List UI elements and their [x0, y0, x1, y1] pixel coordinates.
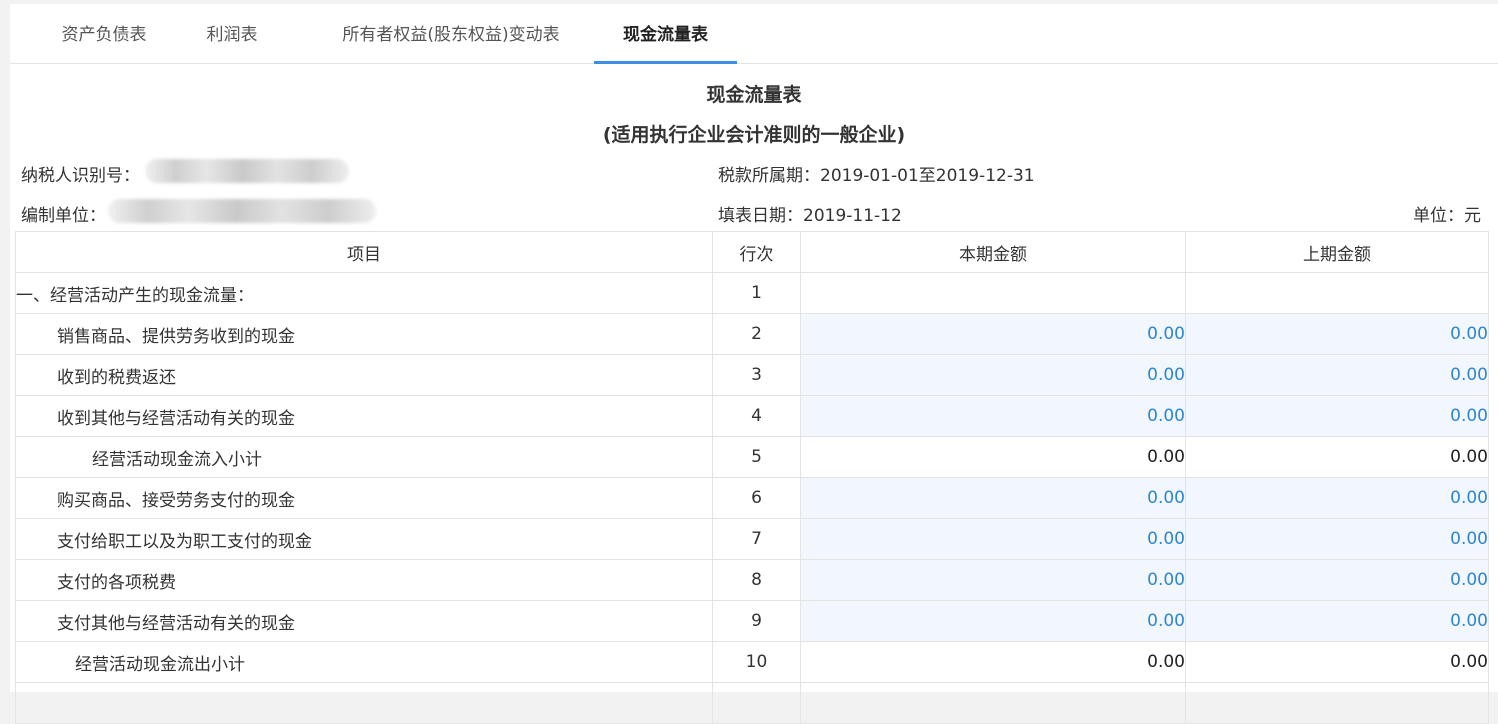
- table-row: 销售商品、提供劳务收到的现金 2 0.00 0.00: [15, 313, 1489, 355]
- row-item: 收到其他与经营活动有关的现金: [15, 395, 713, 437]
- column-header-previous: 上期金额: [1185, 231, 1489, 273]
- tab-cash-flow-label: 现金流量表: [623, 25, 708, 45]
- row-line: [712, 682, 801, 724]
- row-line: 10: [712, 641, 801, 683]
- current-amount-input[interactable]: 0.00: [800, 518, 1186, 560]
- row-line: 3: [712, 354, 801, 396]
- row-item: 销售商品、提供劳务收到的现金: [15, 313, 713, 355]
- taxpayer-id-label: 纳税人识别号：: [21, 166, 140, 186]
- table-row: 经营活动现金流入小计 5 0.00 0.00: [15, 436, 1489, 478]
- previous-amount-input[interactable]: 0.00: [1185, 313, 1489, 355]
- table-row: 购买商品、接受劳务支付的现金 6 0.00 0.00: [15, 477, 1489, 519]
- row-item: 购买商品、接受劳务支付的现金: [15, 477, 713, 519]
- row-line: 8: [712, 559, 801, 601]
- table-row: 支付的各项税费 8 0.00 0.00: [15, 559, 1489, 601]
- row-item: 一、经营活动产生的现金流量：: [15, 272, 713, 314]
- redacted-taxpayer-id: [145, 159, 349, 183]
- previous-amount-input[interactable]: 0.00: [1185, 600, 1489, 642]
- current-amount-input[interactable]: 0.00: [800, 313, 1186, 355]
- row-line: 4: [712, 395, 801, 437]
- tab-balance-sheet[interactable]: 资产负债表: [26, 4, 182, 62]
- row-line: 1: [712, 272, 801, 314]
- tax-period: 税款所属期：2019-01-01至2019-12-31: [718, 166, 1035, 186]
- tab-equity-changes[interactable]: 所有者权益(股东权益)变动表: [312, 4, 590, 62]
- redacted-company-name: [108, 199, 376, 223]
- company-label: 编制单位：: [21, 206, 106, 226]
- table-row: 支付其他与经营活动有关的现金 9 0.00 0.00: [15, 600, 1489, 642]
- previous-amount: 0.00: [1185, 641, 1489, 683]
- fill-date: 填表日期：2019-11-12: [718, 206, 902, 226]
- report-title: 现金流量表: [706, 84, 802, 106]
- table-row: 收到的税费返还 3 0.00 0.00: [15, 354, 1489, 396]
- column-header-line: 行次: [712, 231, 801, 273]
- row-line: 2: [712, 313, 801, 355]
- table-row: [15, 682, 1489, 724]
- column-header-item: 项目: [15, 231, 713, 273]
- previous-amount-input[interactable]: 0.00: [1185, 354, 1489, 396]
- table-row: 支付给职工以及为职工支付的现金 7 0.00 0.00: [15, 518, 1489, 560]
- row-line: 9: [712, 600, 801, 642]
- current-amount: 0.00: [800, 436, 1186, 478]
- previous-amount-input[interactable]: 0.00: [1185, 477, 1489, 519]
- row-item: 支付给职工以及为职工支付的现金: [15, 518, 713, 560]
- table-header-row: 项目 行次 本期金额 上期金额: [15, 231, 1489, 273]
- report-subtitle: (适用执行企业会计准则的一般企业): [602, 124, 906, 146]
- table-row: 经营活动现金流出小计 10 0.00 0.00: [15, 641, 1489, 683]
- row-item: 支付的各项税费: [15, 559, 713, 601]
- current-amount-input[interactable]: 0.00: [800, 600, 1186, 642]
- row-item: 支付其他与经营活动有关的现金: [15, 600, 713, 642]
- current-amount-input[interactable]: 0.00: [800, 559, 1186, 601]
- row-item: [15, 682, 713, 724]
- row-line: 7: [712, 518, 801, 560]
- active-tab-indicator: [594, 61, 737, 64]
- previous-amount: [1185, 272, 1489, 314]
- previous-amount: 0.00: [1185, 436, 1489, 478]
- current-amount-input[interactable]: 0.00: [800, 395, 1186, 437]
- previous-amount-input[interactable]: 0.00: [1185, 518, 1489, 560]
- current-amount-input[interactable]: 0.00: [800, 354, 1186, 396]
- row-item: 收到的税费返还: [15, 354, 713, 396]
- row-line: 5: [712, 436, 801, 478]
- current-amount: [800, 272, 1186, 314]
- cash-flow-table: 项目 行次 本期金额 上期金额 一、经营活动产生的现金流量： 1 销售商品、提供…: [15, 231, 1489, 724]
- report-panel: 资产负债表 利润表 所有者权益(股东权益)变动表 现金流量表 现金流量表 (适用…: [10, 4, 1498, 724]
- row-item: 经营活动现金流入小计: [15, 436, 713, 478]
- previous-amount-input[interactable]: 0.00: [1185, 395, 1489, 437]
- report-tabs: 资产负债表 利润表 所有者权益(股东权益)变动表 现金流量表: [10, 4, 1498, 64]
- row-line: 6: [712, 477, 801, 519]
- column-header-current: 本期金额: [800, 231, 1186, 273]
- previous-amount-input[interactable]: 0.00: [1185, 559, 1489, 601]
- row-item: 经营活动现金流出小计: [15, 641, 713, 683]
- current-amount: [800, 682, 1186, 724]
- table-row: 收到其他与经营活动有关的现金 4 0.00 0.00: [15, 395, 1489, 437]
- table-row: 一、经营活动产生的现金流量： 1: [15, 272, 1489, 314]
- tab-income-statement[interactable]: 利润表: [182, 4, 282, 62]
- previous-amount: [1185, 682, 1489, 724]
- unit-label: 单位：元: [1413, 206, 1481, 226]
- current-amount: 0.00: [800, 641, 1186, 683]
- current-amount-input[interactable]: 0.00: [800, 477, 1186, 519]
- tab-cash-flow[interactable]: 现金流量表: [594, 4, 737, 64]
